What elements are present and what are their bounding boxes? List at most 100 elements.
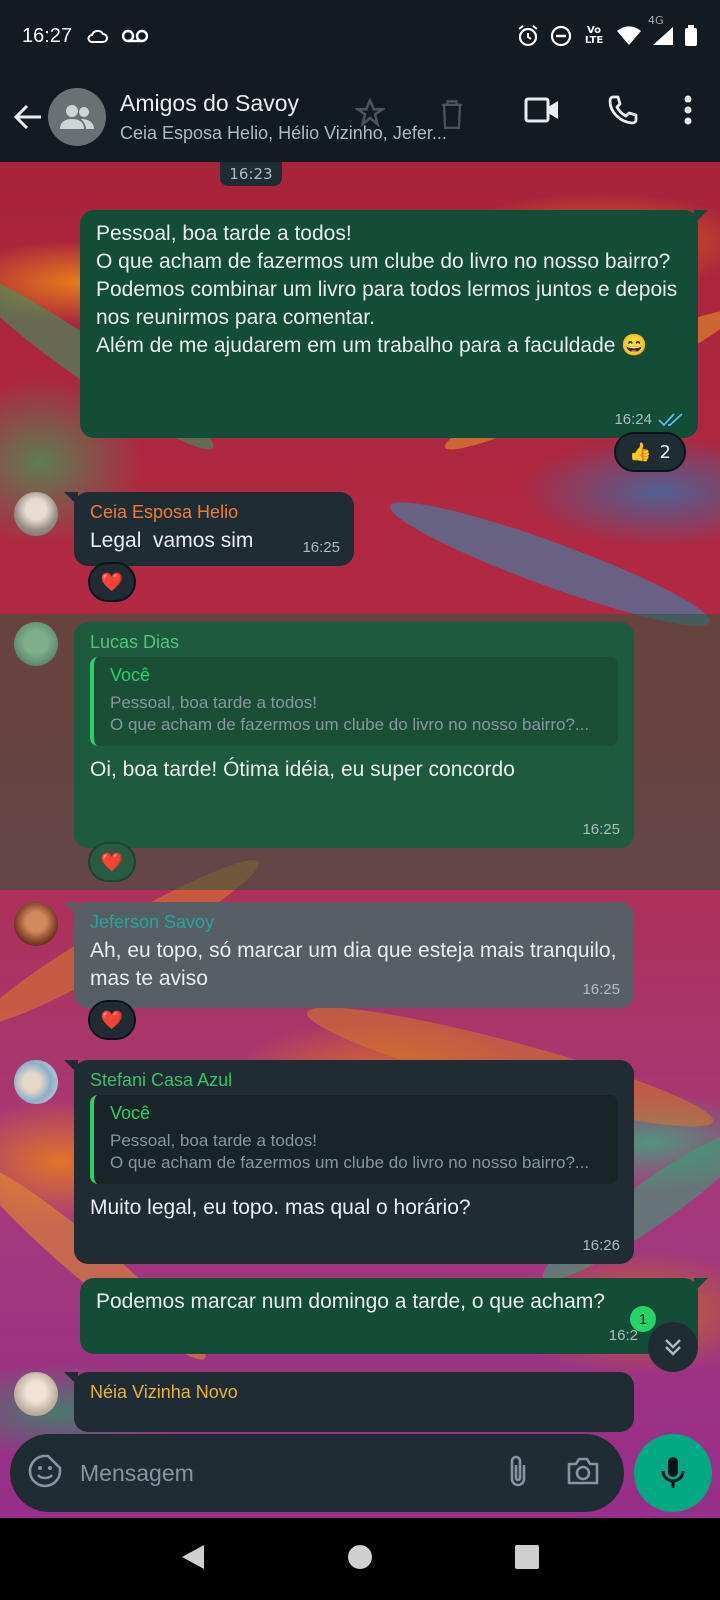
avatar[interactable] — [14, 902, 58, 946]
more-options-button[interactable] — [684, 95, 692, 129]
attach-button[interactable] — [506, 1453, 530, 1493]
signal-icon: 4G — [648, 14, 674, 46]
avatar[interactable] — [14, 622, 58, 666]
message-composer: Mensagem — [0, 1418, 720, 1518]
star-icon — [353, 97, 387, 132]
message-text: Legal vamos sim — [90, 529, 254, 552]
message-meta: 16:2 — [609, 1327, 638, 1344]
microphone-icon — [661, 1457, 685, 1488]
quoted-message[interactable]: Você Pessoal, boa tarde a todos! O que a… — [90, 657, 618, 746]
message-meta: 16:25 — [302, 539, 340, 556]
reaction-emoji: 👍 — [629, 441, 652, 463]
reaction-badge[interactable]: 👍 2 — [614, 432, 686, 472]
video-camera-icon — [524, 97, 558, 123]
voicemail-icon — [122, 29, 149, 43]
camera-button[interactable] — [566, 1456, 600, 1490]
group-avatar[interactable] — [48, 88, 106, 146]
sticker-icon — [28, 1454, 62, 1488]
cloud-icon — [86, 28, 109, 44]
nav-recents-button[interactable] — [514, 1544, 540, 1574]
square-recents-icon — [514, 1545, 539, 1569]
sender-name: Lucas Dias — [90, 632, 180, 652]
chat-area[interactable]: 16:23 Pessoal, boa tarde a todos! O que … — [0, 162, 720, 1518]
alarm-icon — [516, 24, 540, 48]
quote-text: Pessoal, boa tarde a todos! O que acham … — [110, 693, 590, 734]
quote-text: Pessoal, boa tarde a todos! O que acham … — [110, 1131, 590, 1172]
message-time: 16:25 — [302, 539, 340, 556]
incoming-message[interactable]: Jeferson Savoy Ah, eu topo, só marcar um… — [64, 902, 634, 1008]
back-button[interactable] — [10, 99, 46, 135]
sender-name: Stefani Casa Azul — [90, 1070, 233, 1090]
circle-home-icon — [347, 1545, 372, 1569]
reaction-emoji: ❤️ — [100, 1009, 124, 1031]
time-chip: 16:23 — [220, 162, 282, 186]
delete-icon — [438, 98, 466, 134]
message-meta: 16:25 — [582, 981, 620, 998]
reaction-emoji: ❤️ — [100, 851, 124, 873]
unread-count-badge: 1 — [630, 1306, 656, 1332]
status-bar: 16:27 Vo LTE 4G — [0, 0, 720, 72]
arrow-left-icon — [13, 104, 41, 130]
avatar[interactable] — [14, 1060, 58, 1104]
quoted-message[interactable]: Você Pessoal, boa tarde a todos! O que a… — [90, 1095, 618, 1184]
incoming-message[interactable]: Ceia Esposa Helio Legal vamos sim 16:25 — [64, 492, 354, 566]
message-text: Muito legal, eu topo. mas qual o horário… — [90, 1196, 471, 1219]
message-time: 16:2 — [608, 1327, 638, 1344]
more-vert-icon — [684, 95, 692, 125]
bubble-tail — [64, 1372, 78, 1386]
message-input-container[interactable]: Mensagem — [10, 1434, 624, 1512]
sticker-button[interactable] — [28, 1454, 62, 1492]
message-text: Pessoal, boa tarde a todos! O que acham … — [96, 222, 678, 357]
nav-home-button[interactable] — [347, 1544, 373, 1574]
nav-back-button[interactable] — [180, 1543, 206, 1575]
message-input[interactable]: Mensagem — [80, 1460, 506, 1487]
bubble-tail — [694, 210, 708, 224]
message-text: Ah, eu topo, só marcar um dia que esteja… — [90, 939, 623, 990]
reaction-count: 2 — [659, 441, 671, 463]
video-call-button[interactable] — [524, 96, 560, 128]
quote-author: Você — [110, 1103, 151, 1123]
sender-name: Jeferson Savoy — [90, 912, 215, 932]
double-check-icon — [658, 412, 683, 426]
volte-icon: Vo LTE — [584, 25, 604, 46]
reaction-badge[interactable]: ❤️ — [88, 842, 136, 882]
message-meta: 16:25 — [582, 821, 620, 838]
quote-author: Você — [110, 665, 151, 685]
bubble-tail — [64, 902, 78, 916]
message-meta: 16:26 — [582, 1237, 620, 1254]
scroll-to-bottom-button[interactable] — [648, 1322, 698, 1372]
status-time: 16:27 — [22, 24, 73, 47]
paperclip-icon — [510, 1455, 526, 1487]
outgoing-message[interactable]: Podemos marcar num domingo a tarde, o qu… — [80, 1278, 708, 1354]
camera-icon — [567, 1457, 599, 1485]
sender-name: Ceia Esposa Helio — [90, 502, 239, 522]
system-nav-bar — [0, 1518, 720, 1600]
voice-message-button[interactable] — [634, 1434, 712, 1512]
outgoing-message[interactable]: Pessoal, boa tarde a todos! O que acham … — [80, 210, 708, 438]
message-text: Podemos marcar num domingo a tarde, o qu… — [96, 1290, 605, 1313]
bubble-tail — [64, 1060, 78, 1074]
message-time: 16:26 — [582, 1237, 620, 1254]
message-time: 16:25 — [582, 981, 620, 998]
incoming-message[interactable]: Stefani Casa Azul Você Pessoal, boa tard… — [64, 1060, 634, 1264]
message-text: Oi, boa tarde! Ótima idéia, eu super con… — [90, 758, 515, 781]
dnd-icon — [550, 25, 572, 47]
chat-header: Amigos do Savoy Ceia Esposa Helio, Hélio… — [0, 72, 720, 162]
sender-name: Néia Vizinha Novo — [90, 1382, 238, 1402]
message-time: 16:24 — [614, 411, 652, 428]
message-meta: 16:24 — [614, 411, 684, 428]
group-icon — [60, 105, 94, 129]
bubble-tail — [64, 492, 78, 506]
reaction-badge[interactable]: ❤️ — [88, 1000, 136, 1040]
avatar[interactable] — [14, 492, 58, 536]
reaction-badge[interactable]: ❤️ — [88, 562, 136, 602]
double-chevron-down-icon — [665, 1339, 681, 1356]
reaction-emoji: ❤️ — [100, 571, 124, 593]
network-type: 4G — [648, 14, 664, 27]
bubble-tail — [694, 1278, 708, 1292]
voice-call-button[interactable] — [606, 94, 638, 130]
avatar[interactable] — [14, 1372, 58, 1416]
battery-icon — [684, 25, 698, 47]
incoming-message[interactable]: Lucas Dias Você Pessoal, boa tarde a tod… — [74, 622, 634, 848]
wifi-icon — [616, 26, 642, 46]
